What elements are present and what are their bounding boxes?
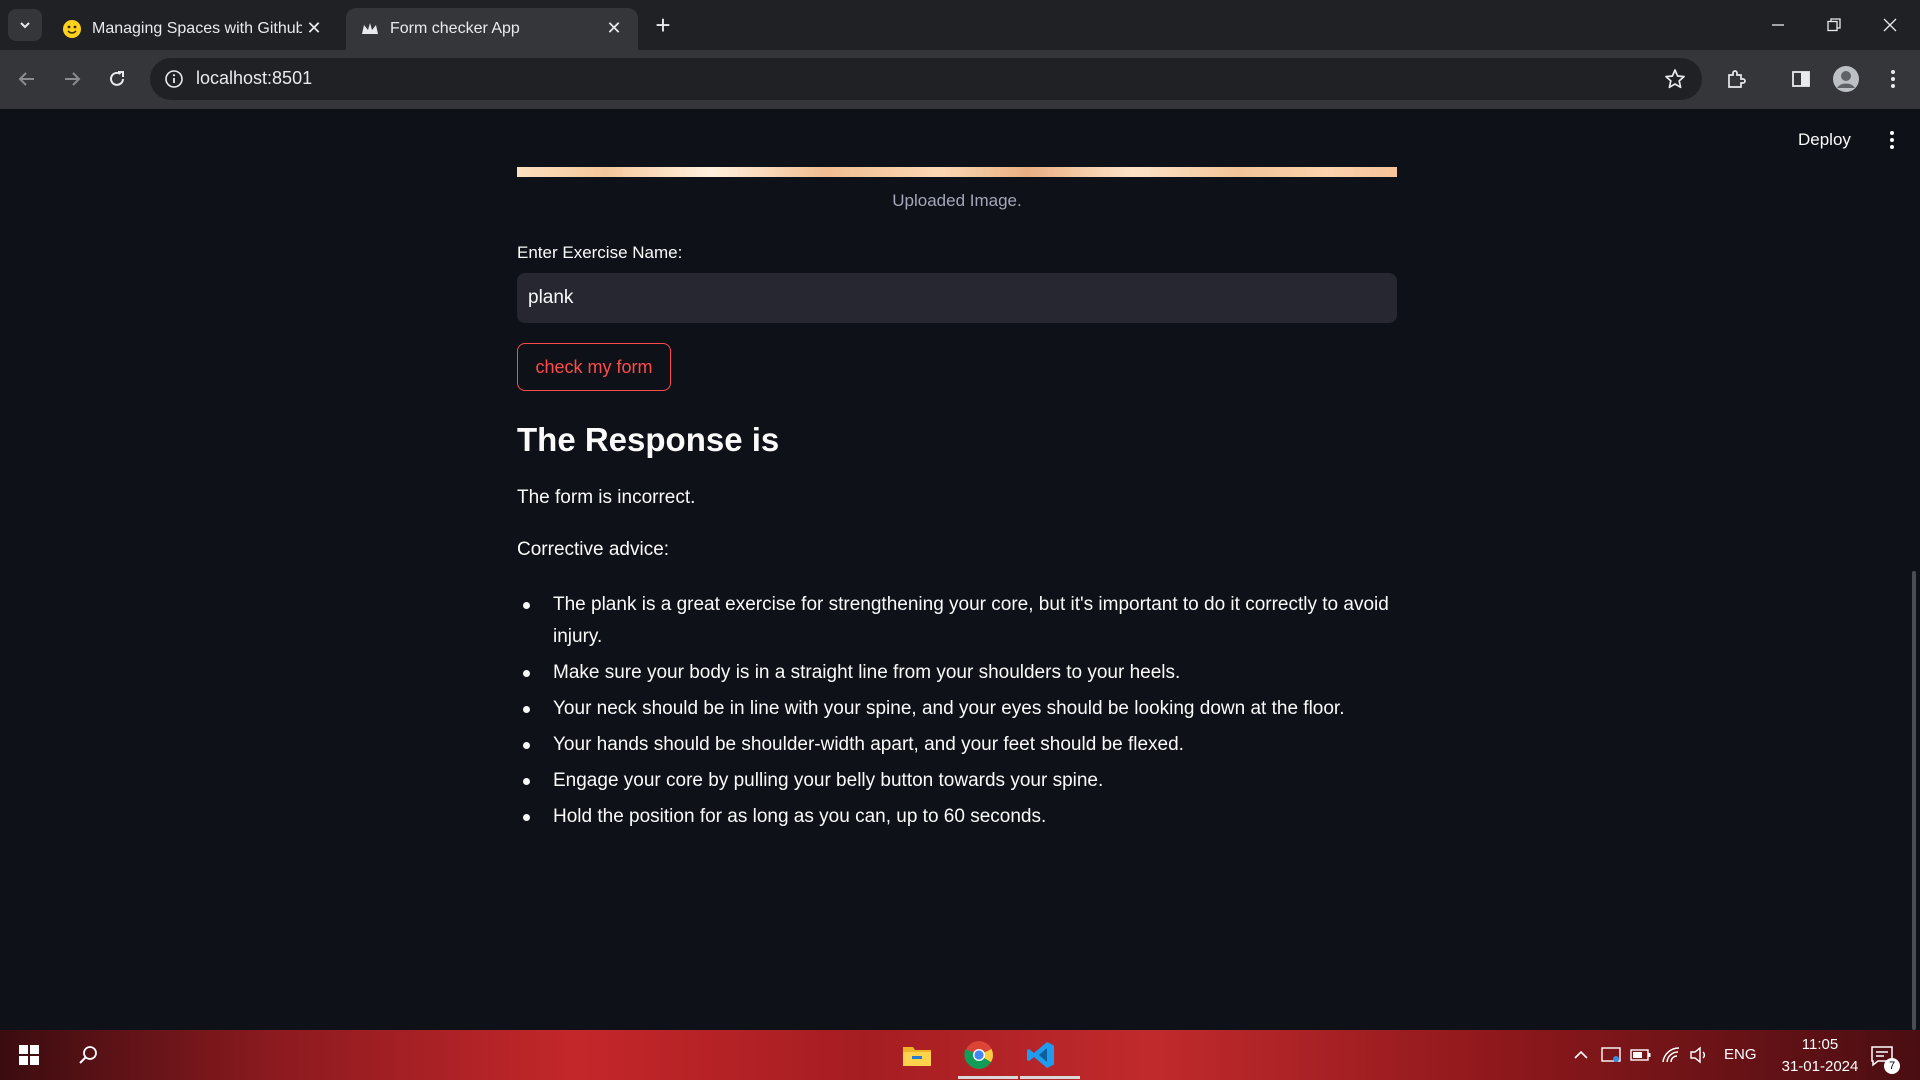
tab-title: Managing Spaces with Github A — [92, 20, 302, 37]
url-text[interactable]: localhost:8501 — [196, 68, 312, 89]
address-bar[interactable]: localhost:8501 — [150, 58, 1702, 100]
close-window-icon[interactable] — [1870, 8, 1910, 42]
advice-text: Hold the position for as long as you can… — [553, 806, 1047, 827]
list-item: The plank is a great exercise for streng… — [517, 589, 1397, 653]
chevron-down-icon — [20, 22, 30, 29]
browser-tab-bar: Managing Spaces with Github A ✕ Form che… — [0, 0, 1920, 50]
close-tab-icon[interactable]: ✕ — [304, 18, 324, 38]
bullet-icon — [523, 742, 530, 749]
chevron-up-icon[interactable] — [1570, 1044, 1592, 1066]
advice-text: The plank is a great exercise for streng… — [553, 594, 1389, 647]
advice-text: Your hands should be shoulder-width apar… — [553, 734, 1184, 755]
clock-date[interactable]: 31-01-2024 — [1770, 1058, 1870, 1075]
hugging-face-icon — [62, 19, 82, 39]
side-panel-icon[interactable] — [1785, 63, 1817, 95]
windows-start-icon[interactable] — [6, 1035, 52, 1075]
file-explorer-icon[interactable] — [894, 1035, 940, 1075]
app-viewport: Deploy Uploaded Image. Enter Exercise Na… — [0, 111, 1920, 1030]
restore-icon[interactable] — [1814, 8, 1854, 42]
tab-form-checker[interactable]: Form checker App ✕ — [346, 8, 638, 50]
uploaded-image — [517, 167, 1397, 177]
list-item: Your neck should be in line with your sp… — [517, 693, 1397, 725]
advice-text: Your neck should be in line with your sp… — [553, 698, 1345, 719]
chrome-icon[interactable] — [956, 1035, 1018, 1079]
bullet-icon — [523, 670, 530, 677]
battery-icon[interactable] — [1630, 1044, 1652, 1066]
wifi-icon[interactable] — [1660, 1044, 1682, 1066]
list-item: Hold the position for as long as you can… — [517, 801, 1397, 833]
browser-toolbar: localhost:8501 — [0, 50, 1920, 161]
back-arrow-icon[interactable] — [10, 62, 44, 96]
exercise-name-label: Enter Exercise Name: — [517, 243, 683, 262]
tab-search-button[interactable] — [8, 9, 42, 41]
deploy-button[interactable]: Deploy — [1790, 126, 1859, 154]
advice-text: Engage your core by pulling your belly b… — [553, 770, 1104, 791]
bookmark-star-icon[interactable] — [1662, 66, 1688, 92]
list-item: Engage your core by pulling your belly b… — [517, 765, 1397, 797]
bullet-icon — [523, 778, 530, 785]
close-tab-icon[interactable]: ✕ — [604, 18, 624, 38]
clock-time[interactable]: 11:05 — [1790, 1036, 1850, 1053]
response-heading: The Response is — [517, 421, 780, 458]
meet-now-icon[interactable] — [1600, 1044, 1622, 1066]
vscode-icon[interactable] — [1018, 1035, 1080, 1079]
search-icon[interactable] — [66, 1035, 112, 1075]
image-caption: Uploaded Image. — [892, 191, 1022, 210]
extensions-puzzle-icon[interactable] — [1720, 63, 1752, 95]
advice-list: The plank is a great exercise for streng… — [517, 589, 1397, 837]
advice-text: Make sure your body is in a straight lin… — [553, 662, 1181, 683]
bullet-icon — [523, 706, 530, 713]
windows-taskbar: ENG 11:05 31-01-2024 7 — [0, 1030, 1920, 1080]
list-item: Make sure your body is in a straight lin… — [517, 657, 1397, 689]
browser-menu-icon[interactable] — [1877, 63, 1909, 95]
check-my-form-button[interactable]: check my form — [517, 343, 671, 391]
tab-managing-spaces[interactable]: Managing Spaces with Github A ✕ — [48, 8, 338, 50]
streamlit-crown-icon — [360, 19, 380, 39]
page-scrollbar[interactable] — [1912, 571, 1916, 1030]
language-indicator[interactable]: ENG — [1724, 1046, 1757, 1063]
volume-icon[interactable] — [1688, 1044, 1710, 1066]
bullet-icon — [523, 602, 530, 609]
new-tab-plus-icon[interactable]: + — [650, 10, 676, 40]
exercise-name-input[interactable] — [517, 273, 1397, 323]
profile-avatar-icon[interactable] — [1830, 63, 1862, 95]
app-menu-icon[interactable] — [1880, 127, 1904, 153]
tab-title: Form checker App — [390, 20, 520, 37]
verdict-text: The form is incorrect. — [517, 487, 696, 508]
site-info-icon[interactable] — [162, 67, 186, 91]
minimize-icon[interactable] — [1758, 8, 1798, 42]
forward-arrow-icon[interactable] — [55, 62, 89, 96]
bullet-icon — [523, 814, 530, 821]
notification-count-badge: 7 — [1884, 1058, 1900, 1074]
advice-label: Corrective advice: — [517, 539, 670, 560]
reload-icon[interactable] — [100, 62, 134, 96]
list-item: Your hands should be shoulder-width apar… — [517, 729, 1397, 761]
